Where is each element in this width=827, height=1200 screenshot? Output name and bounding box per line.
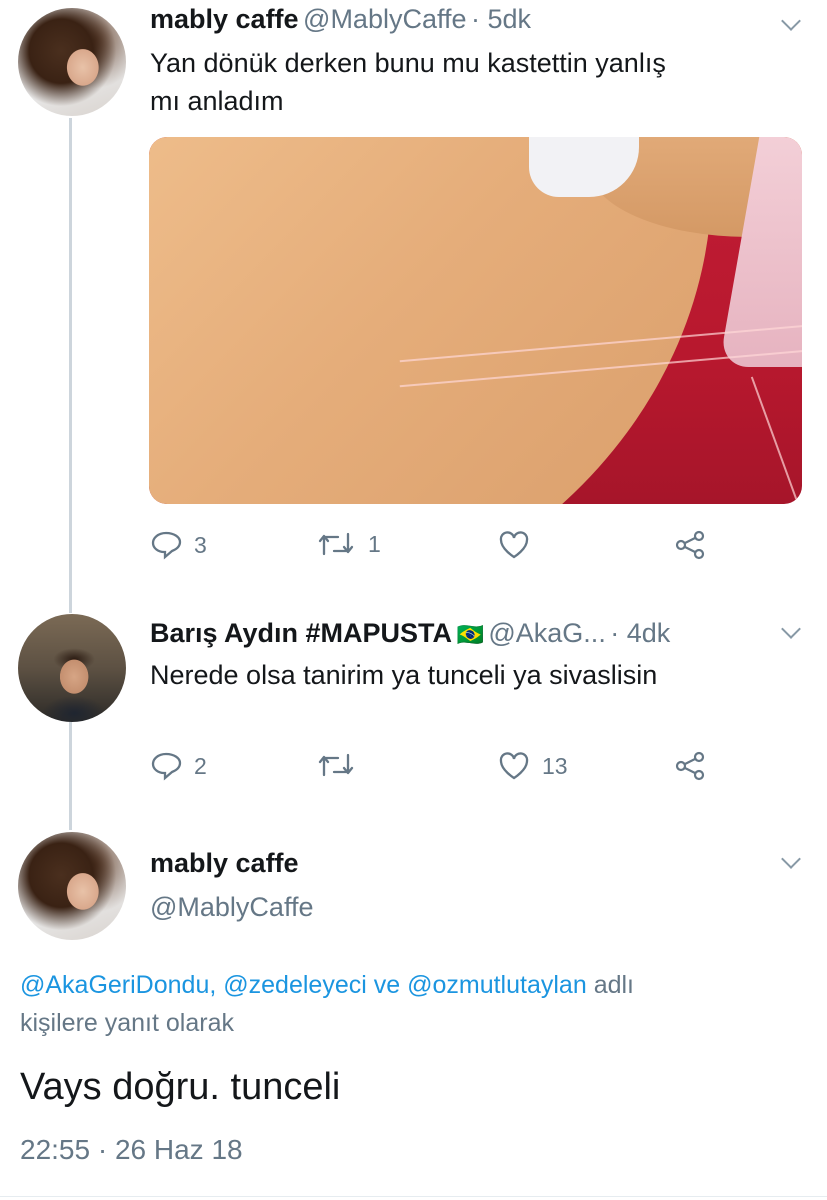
avatar[interactable] (18, 614, 126, 722)
mention-link[interactable]: @zedeleyeci (223, 971, 367, 999)
user-handle[interactable]: @AkaG... (488, 618, 605, 648)
thread-line (69, 118, 72, 613)
flag-icon: 🇧🇷 (456, 622, 484, 647)
share-button[interactable] (673, 751, 707, 781)
main-tweet-text: Vays doğru. tunceli (20, 1066, 341, 1108)
chevron-down-icon[interactable] (781, 11, 801, 31)
tweet-time[interactable]: · 5dk (471, 4, 531, 34)
mention-link[interactable]: @ozmutlutaylan (407, 971, 587, 999)
retweet-icon (318, 753, 354, 777)
tweet-image[interactable] (149, 137, 802, 504)
tweet-header: Barış Aydın #MAPUSTA 🇧🇷 @AkaG... · 4dk (150, 618, 670, 649)
mention-connector: ve (373, 971, 401, 999)
reply-context-text: kişilere yanıt olarak (20, 1009, 234, 1037)
retweet-button[interactable] (316, 751, 368, 779)
retweet-count: 1 (368, 530, 381, 557)
user-handle[interactable]: @MablyCaffe (150, 892, 313, 923)
reply-count: 2 (194, 752, 207, 779)
reply-icon (151, 752, 182, 781)
display-name[interactable]: mably caffe (150, 848, 299, 879)
reply-icon (151, 531, 182, 560)
like-button[interactable] (498, 530, 542, 560)
share-icon (675, 530, 705, 560)
chevron-down-icon[interactable] (781, 849, 801, 869)
tweet-header: mably caffe @MablyCaffe · 5dk (150, 4, 531, 35)
reply-button[interactable]: 2 (150, 751, 207, 781)
chevron-down-icon[interactable] (781, 619, 801, 639)
thread-line (69, 722, 72, 830)
divider (0, 1196, 827, 1197)
like-button[interactable]: 13 (498, 751, 568, 781)
heart-icon (499, 531, 529, 559)
tweet-time[interactable]: · 4dk (610, 618, 670, 648)
heart-icon (499, 752, 529, 780)
mention-link[interactable]: @AkaGeriDondu, (20, 971, 216, 999)
like-count: 13 (542, 752, 568, 779)
avatar[interactable] (18, 8, 126, 116)
tweet-timestamp: 22:55 · 26 Haz 18 (20, 1134, 243, 1165)
display-name[interactable]: Barış Aydın #MAPUSTA (150, 618, 452, 648)
reply-context-text: adlı (593, 971, 634, 999)
tweet-text: Nerede olsa tanirim ya tunceli ya sivasl… (150, 660, 658, 690)
user-handle[interactable]: @MablyCaffe (303, 4, 466, 34)
retweet-button[interactable]: 1 (316, 530, 381, 558)
avatar[interactable] (18, 832, 126, 940)
retweet-icon (318, 532, 354, 556)
share-button[interactable] (673, 530, 707, 560)
reply-context: @AkaGeriDondu, @zedeleyeci ve @ozmutluta… (20, 966, 810, 1042)
reply-count: 3 (194, 531, 207, 558)
share-icon (675, 751, 705, 781)
reply-button[interactable]: 3 (150, 530, 207, 560)
tweet-text: Yan dönük derken bunu mu kastettin yanlı… (150, 48, 666, 116)
display-name[interactable]: mably caffe (150, 4, 299, 34)
